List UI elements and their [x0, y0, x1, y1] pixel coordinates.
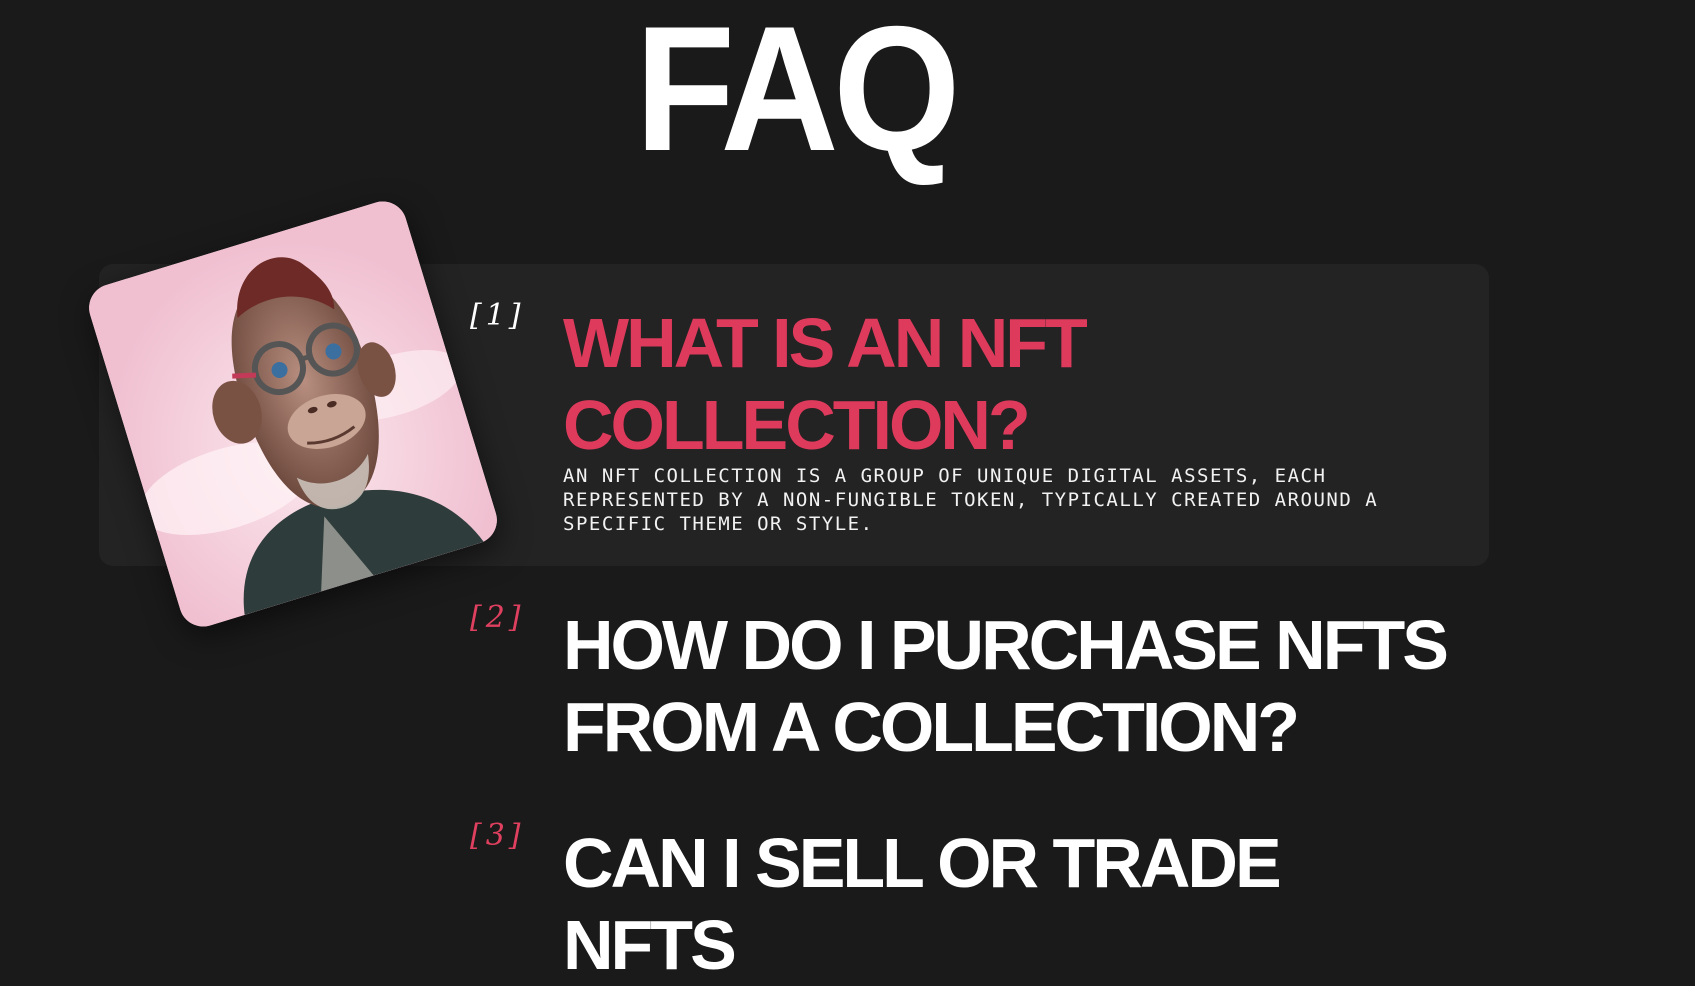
- ape-nft-image: [83, 195, 503, 633]
- faq-answer-1: An NFT collection is a group of unique d…: [563, 465, 1379, 535]
- faq-item-1[interactable]: [1] What is an NFT collection? An NFT co…: [470, 298, 1460, 538]
- faq-item-3[interactable]: [3] Can I sell or trade NFTs: [470, 818, 1460, 984]
- faq-question-1[interactable]: What is an NFT collection?: [563, 302, 1463, 466]
- faq-question-2[interactable]: How do I purchase NFTs from a collection…: [563, 604, 1463, 768]
- faq-question-3[interactable]: Can I sell or trade NFTs: [563, 822, 1463, 986]
- faq-index-2: [2]: [470, 600, 525, 635]
- faq-index-1: [1]: [470, 298, 525, 333]
- faq-item-2[interactable]: [2] How do I purchase NFTs from a collec…: [470, 600, 1460, 770]
- page-title: FAQ: [634, 0, 961, 188]
- faq-index-3: [3]: [470, 818, 525, 853]
